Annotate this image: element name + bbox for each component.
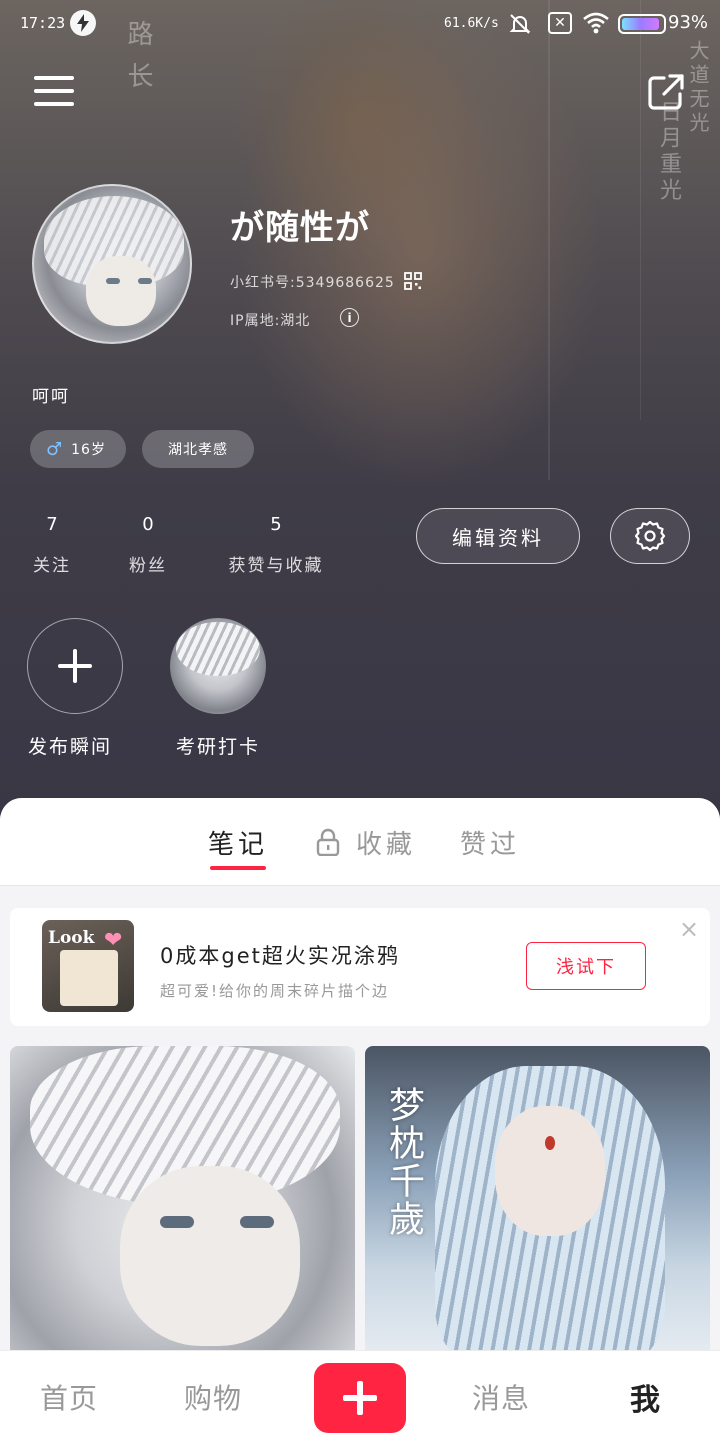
- menu-button[interactable]: [34, 76, 74, 108]
- study-checkin-label: 考研打卡: [176, 736, 261, 758]
- decor-line: [640, 0, 641, 420]
- note-card-1[interactable]: [10, 1046, 355, 1358]
- stat-label: 获赞与收藏: [228, 556, 324, 576]
- avatar[interactable]: [32, 184, 192, 344]
- stat-likes-collections[interactable]: 5 获赞与收藏: [218, 514, 334, 576]
- status-bar: 17:23 61.6K/s ✕ 93%: [0, 0, 720, 48]
- tab-notes[interactable]: 笔记: [208, 824, 268, 861]
- nickname: が随性が: [230, 208, 370, 248]
- moment-art: [176, 622, 260, 676]
- card-art: [120, 1166, 300, 1346]
- decor-calligraphy: 日月重光: [656, 100, 681, 204]
- promo-banner[interactable]: Look ❤ 0成本get超火实况涂鸦 超可爱!给你的周末碎片描个边 浅试下 ×: [10, 908, 710, 1026]
- close-icon[interactable]: ×: [678, 917, 700, 941]
- stat-value: 5: [270, 514, 282, 535]
- stat-value: 7: [46, 514, 58, 535]
- tab-liked[interactable]: 赞过: [460, 824, 520, 861]
- menu-icon-line: [34, 102, 74, 106]
- share-icon: [648, 74, 684, 110]
- card-overlay-text: 梦枕千歲: [383, 1086, 424, 1238]
- avatar-art: [138, 278, 152, 284]
- share-button[interactable]: [646, 72, 686, 112]
- ip-location: IP属地:湖北: [230, 313, 311, 329]
- menu-icon-line: [34, 89, 74, 93]
- decor-calligraphy: 大道无光: [686, 40, 710, 136]
- heart-icon: ❤: [104, 928, 123, 953]
- note-card-2[interactable]: 梦枕千歲: [365, 1046, 710, 1358]
- post-button[interactable]: [314, 1363, 406, 1433]
- nav-me[interactable]: 我: [630, 1375, 661, 1419]
- nav-shopping[interactable]: 购物: [184, 1377, 242, 1417]
- plus-icon: [343, 1381, 377, 1415]
- settings-button[interactable]: [610, 508, 690, 564]
- menu-icon-line: [34, 76, 74, 80]
- stat-value: 0: [142, 514, 154, 535]
- age-tag: ♂ 16岁: [30, 430, 126, 468]
- info-icon[interactable]: i: [340, 308, 359, 327]
- location-tag: 湖北孝感: [142, 430, 254, 468]
- bio: 呵呵: [32, 387, 70, 407]
- nav-messages[interactable]: 消息: [472, 1377, 530, 1417]
- post-moment-button[interactable]: [27, 618, 123, 714]
- wifi-icon: [582, 11, 610, 40]
- promo-thumbnail-text: Look: [48, 928, 95, 948]
- nav-home[interactable]: 首页: [40, 1377, 98, 1417]
- active-tab-indicator: [210, 866, 266, 870]
- age-label: 16岁: [71, 442, 106, 458]
- battery-icon: [618, 14, 666, 34]
- promo-thumbnail: Look ❤: [42, 920, 134, 1012]
- study-checkin-moment[interactable]: [170, 618, 266, 714]
- card-art: [240, 1216, 274, 1228]
- decor-line: [548, 0, 550, 480]
- stat-label: 关注: [33, 556, 71, 576]
- promo-thumbnail-art: [60, 950, 118, 1006]
- card-art: [160, 1216, 194, 1228]
- charging-icon: [70, 10, 96, 36]
- no-sim-icon: ✕: [548, 12, 572, 34]
- stat-following[interactable]: 7 关注: [28, 514, 76, 576]
- status-time: 17:23: [20, 14, 66, 32]
- male-icon: ♂: [46, 438, 64, 460]
- xhs-id: 小红书号:5349686625: [230, 275, 395, 291]
- promo-try-button[interactable]: 浅试下: [526, 942, 646, 990]
- tab-collections[interactable]: 收藏: [356, 824, 416, 861]
- network-speed: 61.6K/s: [444, 16, 499, 31]
- avatar-art: [106, 278, 120, 284]
- bottom-nav: 首页 购物 消息 我: [0, 1350, 720, 1440]
- tab-bar: 笔记 收藏 赞过: [0, 798, 720, 886]
- battery-percent: 93%: [668, 12, 709, 33]
- stat-followers[interactable]: 0 粉丝: [124, 514, 172, 576]
- location-label: 湖北孝感: [168, 442, 228, 458]
- qr-code-icon[interactable]: [404, 272, 422, 290]
- gear-icon: [634, 520, 666, 552]
- card-art: [545, 1136, 555, 1150]
- battery-level: [622, 18, 660, 30]
- mute-bell-icon: [508, 12, 532, 41]
- card-art: [495, 1106, 605, 1236]
- avatar-art: [86, 256, 156, 326]
- edit-profile-button[interactable]: 编辑资料: [416, 508, 580, 564]
- content-sheet: 笔记 收藏 赞过 Look ❤ 0成本get超火实况涂鸦 超可爱!给你的周末碎片…: [0, 798, 720, 1358]
- stat-label: 粉丝: [129, 556, 167, 576]
- lock-icon: [316, 828, 340, 857]
- promo-title: 0成本get超火实况涂鸦: [160, 944, 400, 968]
- plus-icon: [58, 649, 92, 683]
- promo-subtitle: 超可爱!给你的周末碎片描个边: [160, 982, 390, 1000]
- post-moment-label: 发布瞬间: [28, 736, 113, 758]
